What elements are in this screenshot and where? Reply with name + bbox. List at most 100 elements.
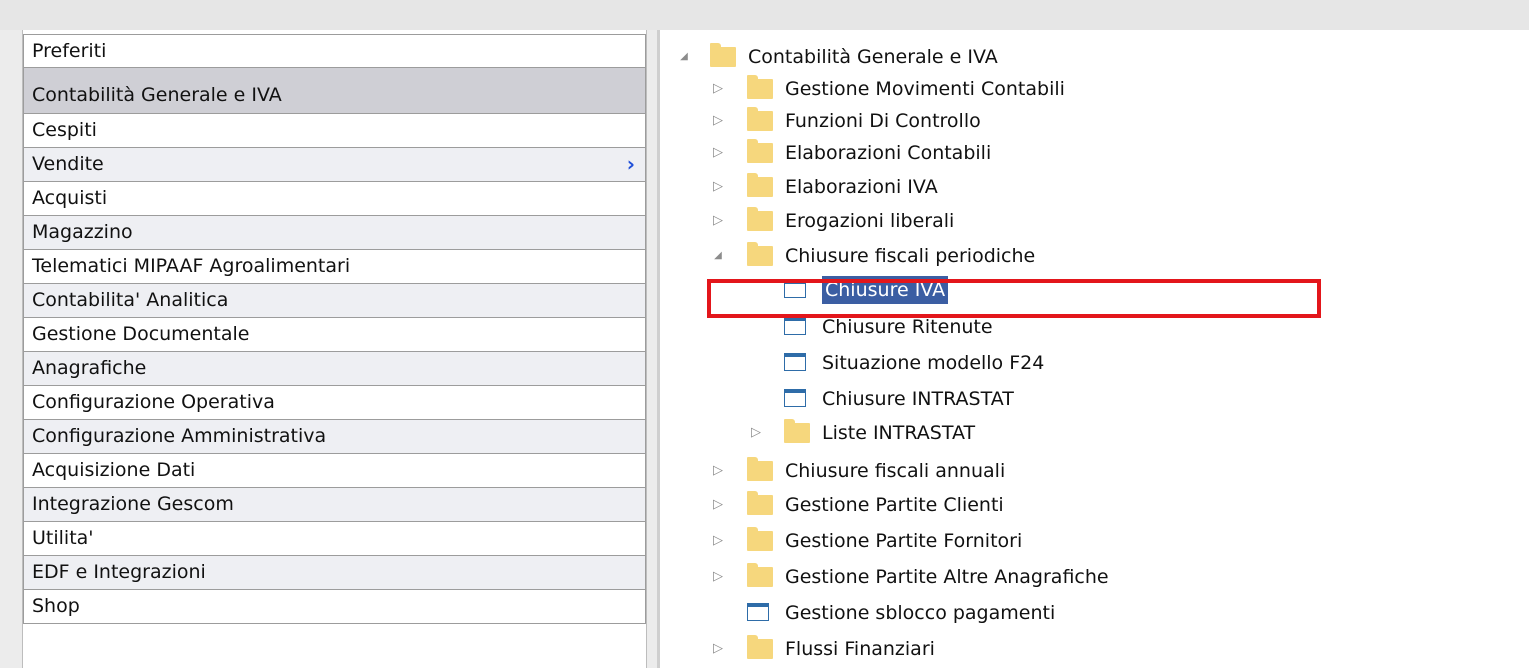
menu-item-label: EDF e Integrazioni — [32, 561, 206, 583]
menu-item-label: Integrazione Gescom — [32, 493, 234, 515]
menu-item-telematici-mipaaf-agroalimentari[interactable]: Telematici MIPAAF Agroalimentari — [23, 250, 646, 284]
menu-item-label: Preferiti — [32, 40, 107, 62]
menu-item-cespiti[interactable]: Cespiti — [23, 114, 646, 148]
expand-arrow-icon[interactable]: ▷ — [710, 560, 726, 594]
tree-node-chiusure-fiscali-periodiche[interactable]: ◢ Chiusure fiscali periodiche — [660, 239, 1529, 273]
expand-arrow-icon[interactable]: ▷ — [710, 170, 726, 204]
tree-node-label: Chiusure INTRASTAT — [822, 388, 1014, 410]
tree-node-erogazioni-liberali[interactable]: ▷ Erogazioni liberali — [660, 204, 1529, 238]
menu-item-anagrafiche[interactable]: Anagrafiche — [23, 352, 646, 386]
folder-icon — [747, 242, 773, 266]
collapse-arrow-icon[interactable]: ◢ — [676, 40, 692, 74]
menu-item-configurazione-operativa[interactable]: Configurazione Operativa — [23, 386, 646, 420]
menu-item-preferiti[interactable]: Preferiti — [23, 34, 646, 68]
tree-node-gestione-partite-clienti[interactable]: ▷ Gestione Partite Clienti — [660, 488, 1529, 522]
menu-item-label: Configurazione Amministrativa — [32, 425, 327, 447]
tree-node-liste-intrastat[interactable]: ▷ Liste INTRASTAT — [660, 416, 1529, 450]
menu-item-label: Acquisti — [32, 187, 108, 209]
menu-item-vendite[interactable]: Vendite › — [23, 148, 646, 182]
tree-node-label: Chiusure fiscali periodiche — [785, 245, 1036, 267]
expand-arrow-icon[interactable]: ▷ — [710, 204, 726, 238]
tree-node-contabilita-generale-e-iva[interactable]: ◢ Contabilità Generale e IVA — [660, 40, 1529, 74]
function-tree-panel: ◢ Contabilità Generale e IVA ▷ Gestione Mov… — [660, 30, 1529, 668]
folder-icon — [747, 635, 773, 659]
folder-icon — [747, 207, 773, 231]
tree-node-label: Chiusure fiscali annuali — [785, 460, 1006, 482]
folder-icon — [747, 75, 773, 99]
menu-item-label: Contabilita' Analitica — [32, 289, 229, 311]
folder-icon — [747, 457, 773, 481]
module-menu-panel: Preferiti Contabilità Generale e IVA Cespi… — [22, 30, 647, 668]
tree-node-flussi-finanziari[interactable]: ▷ Flussi Finanziari — [660, 632, 1529, 666]
tree-node-label: Contabilità Generale e IVA — [748, 46, 998, 68]
menu-item-contabilita-analitica[interactable]: Contabilita' Analitica — [23, 284, 646, 318]
folder-icon — [784, 419, 810, 443]
menu-item-label: Magazzino — [32, 221, 133, 243]
tree-node-elaborazioni-iva[interactable]: ▷ Elaborazioni IVA — [660, 170, 1529, 204]
menu-item-utilita[interactable]: Utilita' — [23, 522, 646, 556]
tree-node-label: Erogazioni liberali — [785, 210, 955, 232]
tree-node-label: Gestione Partite Altre Anagrafiche — [785, 566, 1109, 588]
tree-node-label: Situazione modello F24 — [822, 352, 1045, 374]
folder-icon — [747, 139, 773, 163]
folder-icon — [747, 491, 773, 515]
window-icon — [784, 389, 806, 407]
menu-item-acquisizione-dati[interactable]: Acquisizione Dati — [23, 454, 646, 488]
tree-node-gestione-partite-fornitori[interactable]: ▷ Gestione Partite Fornitori — [660, 524, 1529, 558]
tree-node-gestione-partite-altre-anagrafiche[interactable]: ▷ Gestione Partite Altre Anagrafiche — [660, 560, 1529, 594]
expand-arrow-icon[interactable]: ▷ — [710, 72, 726, 106]
menu-item-configurazione-amministrativa[interactable]: Configurazione Amministrativa — [23, 420, 646, 454]
folder-icon — [747, 527, 773, 551]
tree-node-label: Elaborazioni IVA — [785, 176, 938, 198]
highlight-annotation — [707, 279, 1321, 318]
tree-node-label: Flussi Finanziari — [785, 638, 935, 660]
menu-item-label: Configurazione Operativa — [32, 391, 275, 413]
menu-item-label: Gestione Documentale — [32, 323, 250, 345]
expand-arrow-icon[interactable]: ▷ — [710, 524, 726, 558]
top-bar — [0, 0, 1529, 30]
tree-node-label: Funzioni Di Controllo — [785, 110, 981, 132]
window-icon — [784, 353, 806, 371]
folder-icon — [747, 563, 773, 587]
tree-node-chiusure-intrastat[interactable]: Chiusure INTRASTAT — [660, 382, 1529, 416]
menu-item-label: Utilita' — [32, 527, 94, 549]
menu-item-label: Vendite — [32, 153, 104, 175]
tree-node-funzioni-di-controllo[interactable]: ▷ Funzioni Di Controllo — [660, 104, 1529, 138]
tree-node-label: Gestione Partite Clienti — [785, 494, 1004, 516]
folder-icon — [747, 107, 773, 131]
menu-item-edf-e-integrazioni[interactable]: EDF e Integrazioni — [23, 556, 646, 590]
tree-node-label: Gestione Partite Fornitori — [785, 530, 1023, 552]
tree-node-elaborazioni-contabili[interactable]: ▷ Elaborazioni Contabili — [660, 136, 1529, 170]
tree-node-label: Gestione Movimenti Contabili — [785, 78, 1065, 100]
collapse-arrow-icon[interactable]: ◢ — [710, 239, 726, 273]
menu-item-label: Anagrafiche — [32, 357, 147, 379]
expand-arrow-icon[interactable]: ▷ — [748, 416, 764, 450]
menu-item-contabilita-generale-e-iva[interactable]: Contabilità Generale e IVA — [23, 68, 646, 114]
expand-arrow-icon[interactable]: ▷ — [710, 454, 726, 488]
expand-arrow-icon[interactable]: ▷ — [710, 136, 726, 170]
tree-node-label: Elaborazioni Contabili — [785, 142, 992, 164]
window-icon — [747, 603, 769, 621]
expand-arrow-icon[interactable]: ▷ — [710, 104, 726, 138]
menu-item-shop[interactable]: Shop — [23, 590, 646, 624]
menu-item-label: Cespiti — [32, 119, 97, 141]
expand-arrow-icon[interactable]: ▷ — [710, 488, 726, 522]
tree-node-gestione-sblocco-pagamenti[interactable]: Gestione sblocco pagamenti — [660, 596, 1529, 630]
folder-icon — [747, 173, 773, 197]
menu-item-label: Telematici MIPAAF Agroalimentari — [32, 255, 351, 277]
window-icon — [784, 317, 806, 335]
chevron-right-icon[interactable]: › — [627, 148, 635, 180]
menu-item-acquisti[interactable]: Acquisti — [23, 182, 646, 216]
menu-item-label: Acquisizione Dati — [32, 459, 196, 481]
expand-arrow-icon[interactable]: ▷ — [710, 632, 726, 666]
module-menu: Preferiti Contabilità Generale e IVA Cespi… — [23, 34, 646, 624]
menu-item-label: Shop — [32, 595, 80, 617]
menu-item-integrazione-gescom[interactable]: Integrazione Gescom — [23, 488, 646, 522]
tree-node-gestione-movimenti-contabili[interactable]: ▷ Gestione Movimenti Contabili — [660, 72, 1529, 106]
menu-item-magazzino[interactable]: Magazzino — [23, 216, 646, 250]
tree-node-chiusure-fiscali-annuali[interactable]: ▷ Chiusure fiscali annuali — [660, 454, 1529, 488]
tree-node-situazione-modello-f24[interactable]: Situazione modello F24 — [660, 346, 1529, 380]
tree-node-label: Gestione sblocco pagamenti — [785, 602, 1056, 624]
menu-item-gestione-documentale[interactable]: Gestione Documentale — [23, 318, 646, 352]
folder-icon — [710, 43, 736, 67]
